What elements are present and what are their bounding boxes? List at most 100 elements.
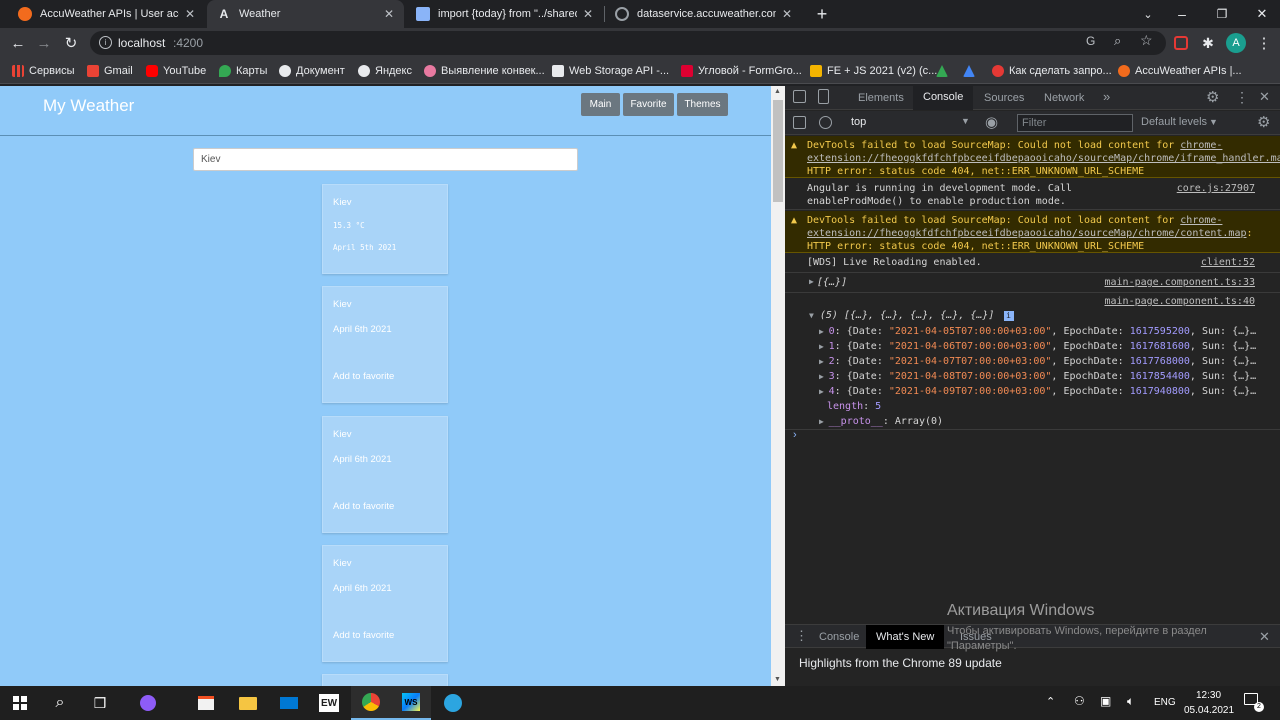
clock-date[interactable]: 05.04.2021	[1184, 705, 1234, 716]
nav-themes-button[interactable]: Themes	[677, 93, 728, 116]
zoom-icon[interactable]: ⌕	[1114, 33, 1121, 49]
array-proto[interactable]: ▶ __proto__: Array(0)	[819, 414, 1279, 429]
context-selector[interactable]: top	[851, 116, 866, 128]
sidebar-toggle-icon[interactable]	[793, 116, 806, 129]
close-icon[interactable]: ✕	[583, 7, 593, 21]
drawer-menu-icon[interactable]: ⋮	[795, 628, 808, 644]
settings-gear-icon[interactable]: ⚙	[1206, 88, 1219, 106]
brand-title[interactable]: My Weather	[43, 96, 134, 116]
bookmark-webstorage[interactable]: Web Storage API -...	[552, 58, 669, 84]
console-prompt-icon[interactable]: ›	[793, 429, 797, 441]
array-item[interactable]: ▶ 1: {Date: "2021-04-06T07:00:00+03:00",…	[819, 339, 1279, 354]
address-bar[interactable]: i localhost :4200 G ⌕ ☆	[90, 31, 1166, 55]
store-icon[interactable]	[186, 686, 226, 720]
nav-main-button[interactable]: Main	[581, 93, 620, 116]
city-search-input[interactable]: Kiev	[193, 148, 578, 171]
array-item[interactable]: ▶ 3: {Date: "2021-04-08T07:00:00+03:00",…	[819, 369, 1279, 384]
devtools-tab-sources[interactable]: Sources	[974, 86, 1034, 110]
info-badge-icon[interactable]: i	[1003, 311, 1014, 321]
console-settings-icon[interactable]: ⚙	[1257, 113, 1270, 131]
file-explorer-icon[interactable]	[228, 686, 268, 720]
network-icon[interactable]: ▣	[1100, 694, 1111, 708]
bookmark-maps[interactable]: Карты	[219, 58, 267, 84]
nav-favorite-button[interactable]: Favorite	[623, 93, 674, 116]
devtools-tab-elements[interactable]: Elements	[848, 86, 914, 110]
scroll-up-icon[interactable]: ▲	[774, 88, 781, 95]
device-toolbar-icon[interactable]	[818, 89, 829, 104]
bookmark-howto[interactable]: Как сделать запро...	[992, 58, 1112, 84]
log-source-link[interactable]: client:52	[1201, 257, 1255, 268]
bookmark-star-icon[interactable]: ☆	[1140, 32, 1153, 49]
array-item[interactable]: ▶ 0: {Date: "2021-04-05T07:00:00+03:00",…	[819, 324, 1279, 339]
bookmark-accuweather[interactable]: AccuWeather APIs |...	[1118, 58, 1242, 84]
bookmark-fejs[interactable]: FE + JS 2021 (v2) (c...	[810, 58, 937, 84]
clear-console-icon[interactable]	[819, 116, 832, 129]
eye-icon[interactable]: ◉	[985, 113, 998, 131]
tab-accuweather[interactable]: AccuWeather APIs | User account ✕	[8, 0, 205, 28]
log-source-link[interactable]: core.js:27907	[1177, 182, 1255, 195]
new-tab-button[interactable]: +	[810, 2, 834, 26]
close-icon[interactable]: ✕	[782, 7, 792, 21]
tab-search-icon[interactable]: ⌄	[1136, 2, 1160, 26]
bookmark-drive-1[interactable]	[936, 58, 953, 84]
extension-pocket-icon[interactable]	[1174, 36, 1188, 50]
bookmark-services[interactable]: Сервисы	[12, 58, 75, 84]
cortana-icon[interactable]	[128, 686, 168, 720]
bookmark-gmail[interactable]: Gmail	[87, 58, 133, 84]
extensions-icon[interactable]: ✱	[1196, 31, 1220, 55]
tab-dataservice[interactable]: dataservice.accuweather.com/for ✕	[605, 0, 802, 28]
drawer-close-icon[interactable]: ✕	[1259, 629, 1270, 645]
context-dropdown-icon[interactable]: ▼	[961, 116, 970, 126]
windows-start-icon[interactable]	[0, 686, 40, 720]
menu-icon[interactable]: ⋮	[1252, 31, 1276, 55]
bookmark-angular[interactable]: Угловой - FormGro...	[681, 58, 802, 84]
devtools-tab-network[interactable]: Network	[1034, 86, 1094, 110]
bookmark-youtube[interactable]: YouTube	[146, 58, 206, 84]
more-tabs-icon[interactable]: »	[1103, 89, 1110, 104]
telegram-icon[interactable]	[433, 686, 473, 720]
tab-import[interactable]: import {today} from "../shared/in ✕	[406, 0, 603, 28]
array-item[interactable]: ▶ 2: {Date: "2021-04-07T07:00:00+03:00",…	[819, 354, 1279, 369]
inspect-icon[interactable]	[793, 90, 806, 103]
add-to-favorite-link[interactable]: Add to favorite	[333, 371, 394, 382]
drawer-tab-whats-new[interactable]: What's New	[866, 625, 945, 649]
devtools-menu-icon[interactable]: ⋮	[1235, 89, 1249, 106]
expand-triangle-icon[interactable]: ▶	[809, 277, 814, 286]
minimize-icon[interactable]: –	[1170, 2, 1194, 26]
bookmark-yandex[interactable]: Яндекс	[358, 58, 412, 84]
avatar[interactable]: A	[1226, 33, 1246, 53]
devtools-close-icon[interactable]: ✕	[1259, 89, 1270, 105]
reload-icon[interactable]: ↻	[59, 31, 83, 55]
console-log[interactable]: ▶ [{…}] main-page.component.ts:33	[785, 274, 1280, 293]
window-close-icon[interactable]: ✕	[1250, 2, 1274, 26]
chrome-icon[interactable]	[351, 686, 391, 720]
webstorm-icon[interactable]: WS	[391, 686, 431, 720]
forward-icon[interactable]: →	[32, 31, 56, 55]
collapse-triangle-icon[interactable]: ▼	[809, 311, 814, 320]
task-view-icon[interactable]: ❒	[80, 686, 120, 720]
language-indicator[interactable]: ENG	[1154, 697, 1176, 708]
array-item[interactable]: ▶ 4: {Date: "2021-04-09T07:00:00+03:00",…	[819, 384, 1279, 399]
people-icon[interactable]: ⚇	[1074, 694, 1085, 708]
scrollbar-thumb[interactable]	[773, 100, 783, 202]
bookmark-convection[interactable]: Выявление конвек...	[424, 58, 545, 84]
bookmark-document[interactable]: Документ	[279, 58, 345, 84]
translate-icon[interactable]: G	[1086, 34, 1095, 48]
scroll-down-icon[interactable]: ▼	[774, 676, 781, 683]
bookmark-drive-2[interactable]	[963, 58, 980, 84]
add-to-favorite-link[interactable]: Add to favorite	[333, 630, 394, 641]
devtools-tab-console[interactable]: Console	[913, 86, 974, 110]
log-source-link[interactable]: main-page.component.ts:33	[1104, 277, 1255, 288]
add-to-favorite-link[interactable]: Add to favorite	[333, 501, 394, 512]
tab-weather[interactable]: A Weather ✕	[207, 0, 404, 28]
drawer-tab-console[interactable]: Console	[809, 625, 869, 649]
clock-time[interactable]: 12:30	[1196, 690, 1221, 701]
search-icon[interactable]: ⌕	[40, 686, 80, 720]
log-levels-dropdown[interactable]: Default levels	[1141, 116, 1207, 128]
info-icon[interactable]: i	[99, 36, 112, 49]
log-source-link[interactable]: main-page.component.ts:40	[1104, 296, 1255, 307]
volume-icon[interactable]: 🔈︎	[1127, 694, 1134, 709]
ew-app-icon[interactable]: EW	[309, 686, 349, 720]
tray-overflow-icon[interactable]: ⌃	[1046, 695, 1055, 708]
console-filter-input[interactable]: Filter	[1017, 114, 1133, 132]
